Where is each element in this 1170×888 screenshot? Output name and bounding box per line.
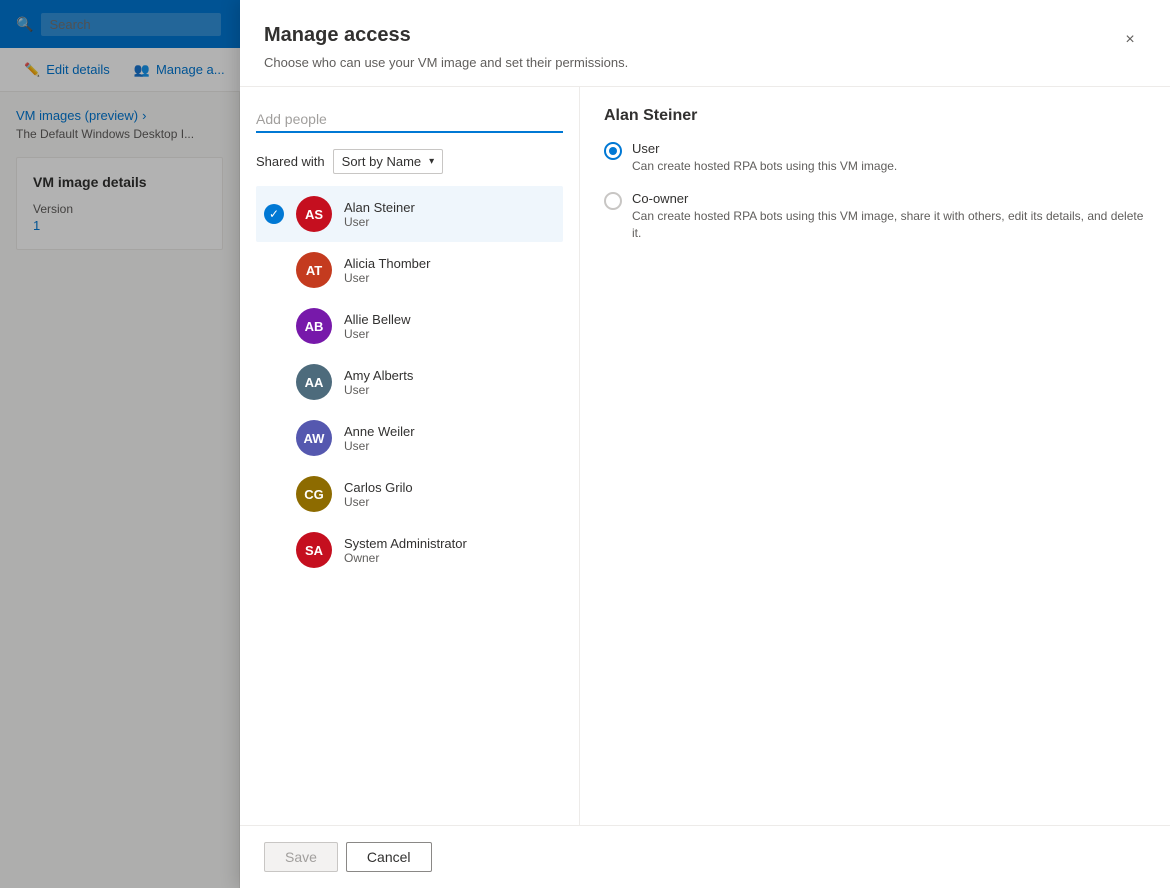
modal-subtitle: Choose who can use your VM image and set… [264,55,628,70]
close-icon: ✕ [539,206,551,223]
person-name: Allie Bellew [344,312,523,327]
person-name: Alicia Thomber [344,256,523,271]
person-item[interactable]: AW Anne WeilerUser ✕ [256,410,563,466]
person-item[interactable]: SA System AdministratorOwner [256,522,563,578]
check-mark-icon: ✓ [264,204,284,224]
person-name: Alan Steiner [344,200,523,215]
radio-content: User Can create hosted RPA bots using thi… [632,141,897,175]
person-info: Allie BellewUser [344,312,523,341]
permissions-container: User Can create hosted RPA bots using thi… [604,141,1146,241]
radio-circle [604,192,622,210]
close-icon: ✕ [539,430,551,447]
radio-description: Can create hosted RPA bots using this VM… [632,158,897,175]
save-button[interactable]: Save [264,842,338,872]
person-info: Carlos GriloUser [344,480,523,509]
person-name: Anne Weiler [344,424,523,439]
modal-close-button[interactable]: × [1114,24,1146,56]
avatar: AT [296,252,332,288]
person-item[interactable]: AB Allie BellewUser ✕ [256,298,563,354]
permission-option-user[interactable]: User Can create hosted RPA bots using thi… [604,141,1146,175]
person-check [264,484,284,504]
person-check [264,316,284,336]
sort-dropdown[interactable]: Sort by Name ▾ [333,149,444,174]
person-item[interactable]: ✓ AS Alan SteinerUser ✕ [256,186,563,242]
radio-content: Co-owner Can create hosted RPA bots using… [632,191,1146,242]
person-info: Anne WeilerUser [344,424,523,453]
shared-with-row: Shared with Sort by Name ▾ [256,149,563,174]
person-role: User [344,495,523,509]
person-item[interactable]: AA Amy AlbertsUser ✕ [256,354,563,410]
person-info: Alicia ThomberUser [344,256,523,285]
person-role: User [344,439,523,453]
shared-with-label: Shared with [256,154,325,169]
chevron-down-icon: ▾ [429,156,434,167]
radio-circle [604,142,622,160]
person-check [264,372,284,392]
person-role: User [344,271,523,285]
modal-body: Shared with Sort by Name ▾ ✓ AS Alan Stein… [240,87,1170,825]
close-icon: × [1125,31,1134,49]
person-info: Alan SteinerUser [344,200,523,229]
person-item[interactable]: AT Alicia ThomberUser ✕ [256,242,563,298]
close-icon: ✕ [539,486,551,503]
close-icon: ✕ [539,318,551,335]
person-name: Carlos Grilo [344,480,523,495]
radio-description: Can create hosted RPA bots using this VM… [632,208,1146,242]
add-people-input[interactable] [256,107,563,133]
person-check: ✓ [264,204,284,224]
person-role: User [344,327,523,341]
avatar: AS [296,196,332,232]
modal-footer: Save Cancel [240,825,1170,888]
avatar: AA [296,364,332,400]
person-name: Amy Alberts [344,368,523,383]
close-icon: ✕ [539,262,551,279]
person-info: System AdministratorOwner [344,536,555,565]
person-role: Owner [344,551,555,565]
permission-option-co-owner[interactable]: Co-owner Can create hosted RPA bots using… [604,191,1146,242]
modal-title: Manage access [264,24,628,47]
person-role: User [344,383,523,397]
person-role: User [344,215,523,229]
selected-user-title: Alan Steiner [604,107,1146,125]
person-name: System Administrator [344,536,555,551]
modal-left-panel: Shared with Sort by Name ▾ ✓ AS Alan Stein… [240,87,580,825]
person-check [264,260,284,280]
close-icon: ✕ [539,374,551,391]
radio-label: User [632,141,897,156]
people-list: ✓ASAlan SteinerUser✕ATAlicia ThomberUser… [256,186,563,805]
modal-header: Manage access Choose who can use your VM… [240,0,1170,87]
person-check-empty [264,540,284,560]
radio-label: Co-owner [632,191,1146,206]
cancel-button[interactable]: Cancel [346,842,432,872]
person-item[interactable]: CG Carlos GriloUser ✕ [256,466,563,522]
avatar: AB [296,308,332,344]
manage-access-modal: Manage access Choose who can use your VM… [240,0,1170,888]
person-info: Amy AlbertsUser [344,368,523,397]
person-check [264,428,284,448]
modal-right-panel: Alan Steiner User Can create hosted RPA b… [580,87,1170,825]
avatar: CG [296,476,332,512]
avatar: SA [296,532,332,568]
radio-inner [609,147,617,155]
modal-header-content: Manage access Choose who can use your VM… [264,24,628,70]
avatar: AW [296,420,332,456]
